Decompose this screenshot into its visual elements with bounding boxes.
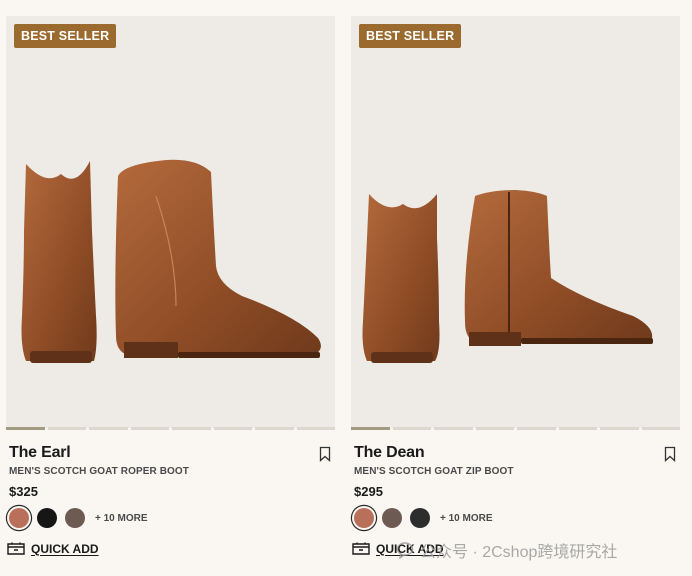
product-subtitle: MEN'S SCOTCH GOAT ZIP BOOT	[354, 466, 514, 477]
bookmark-icon[interactable]	[664, 446, 676, 462]
boot-image	[362, 190, 653, 363]
more-colors-link[interactable]: + 10 MORE	[440, 513, 493, 524]
color-swatches: + 10 MORE	[352, 508, 493, 528]
product-title[interactable]: The Dean	[354, 444, 425, 462]
product-card-dean[interactable]: BEST SELLER The Dean MEN'S SCOTCH GOAT Z…	[351, 16, 680, 576]
boot-image	[21, 159, 321, 363]
shoe-box-icon	[352, 542, 370, 555]
carousel-dot[interactable]	[130, 427, 169, 430]
color-swatches: + 10 MORE	[7, 508, 148, 528]
bookmark-icon[interactable]	[319, 446, 331, 462]
image-carousel-dots[interactable]	[351, 427, 680, 430]
carousel-dot[interactable]	[213, 427, 252, 430]
color-swatch[interactable]	[37, 508, 57, 528]
product-image[interactable]: BEST SELLER	[351, 16, 680, 428]
best-seller-badge: BEST SELLER	[359, 24, 462, 48]
product-card-earl[interactable]: BEST SELLER The Earl MEN'S SCOTCH GOAT R…	[6, 16, 335, 576]
carousel-dot[interactable]	[641, 427, 680, 430]
carousel-dot[interactable]	[392, 427, 431, 430]
product-subtitle: MEN'S SCOTCH GOAT ROPER BOOT	[9, 466, 189, 477]
shoe-box-icon	[7, 542, 25, 555]
best-seller-badge: BEST SELLER	[14, 24, 117, 48]
carousel-dot[interactable]	[89, 427, 128, 430]
carousel-dot[interactable]	[517, 427, 556, 430]
quick-add-label[interactable]: QUICK ADD	[31, 542, 99, 556]
carousel-dot[interactable]	[600, 427, 639, 430]
product-price: $325	[9, 484, 38, 499]
quick-add-label[interactable]: QUICK ADD	[376, 542, 444, 556]
carousel-dot[interactable]	[255, 427, 294, 430]
color-swatch-selected[interactable]	[354, 508, 374, 528]
carousel-dot[interactable]	[351, 427, 390, 430]
carousel-dot[interactable]	[558, 427, 597, 430]
image-carousel-dots[interactable]	[6, 427, 335, 430]
color-swatch[interactable]	[65, 508, 85, 528]
more-colors-link[interactable]: + 10 MORE	[95, 513, 148, 524]
carousel-dot[interactable]	[6, 427, 45, 430]
carousel-dot[interactable]	[475, 427, 514, 430]
color-swatch[interactable]	[410, 508, 430, 528]
carousel-dot[interactable]	[172, 427, 211, 430]
carousel-dot[interactable]	[434, 427, 473, 430]
color-swatch-selected[interactable]	[9, 508, 29, 528]
quick-add-button[interactable]: QUICK ADD	[352, 541, 444, 556]
product-image[interactable]: BEST SELLER	[6, 16, 335, 428]
carousel-dot[interactable]	[296, 427, 335, 430]
quick-add-button[interactable]: QUICK ADD	[7, 541, 99, 556]
color-swatch[interactable]	[382, 508, 402, 528]
carousel-dot[interactable]	[47, 427, 86, 430]
product-title[interactable]: The Earl	[9, 444, 71, 462]
product-price: $295	[354, 484, 383, 499]
